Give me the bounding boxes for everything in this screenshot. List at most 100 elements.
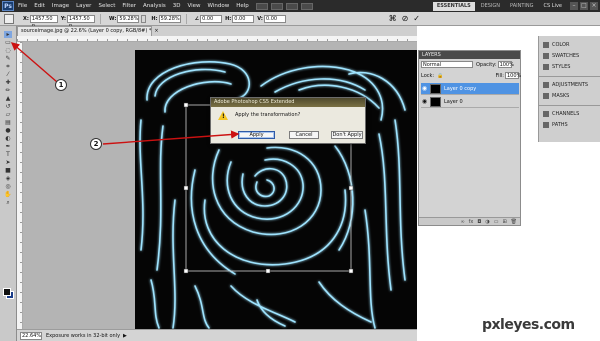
type-tool-icon[interactable]: T	[4, 151, 12, 158]
minimize-icon[interactable]: –	[570, 2, 578, 10]
dont-apply-button[interactable]: Don't Apply	[331, 131, 363, 139]
swatches-panel-button[interactable]: SWATCHES	[539, 50, 600, 61]
y-position-field[interactable]: 1457.50 p	[67, 14, 96, 29]
transform-handle[interactable]	[183, 268, 189, 274]
layer-style-icon[interactable]: fx	[469, 219, 474, 225]
layers-blend-row: Normal Opacity: 100%	[421, 61, 519, 68]
fill-field[interactable]: 100%	[505, 72, 521, 79]
dodge-tool-icon[interactable]: ◐	[4, 135, 12, 142]
h-skew-label: H:	[225, 15, 232, 22]
blend-mode-select[interactable]: Normal	[421, 61, 473, 68]
workspace-painting[interactable]: PAINTING	[506, 3, 537, 9]
eyedropper-tool-icon[interactable]: ⁄	[4, 71, 12, 78]
menu-analysis[interactable]: Analysis	[143, 3, 166, 9]
clone-stamp-tool-icon[interactable]: ▲	[4, 95, 12, 102]
quick-select-tool-icon[interactable]: ✎	[4, 55, 12, 62]
warning-mark: !	[222, 113, 225, 120]
transform-bounding-box[interactable]	[23, 42, 417, 329]
color-panel-button[interactable]: COLOR	[539, 39, 600, 50]
transform-handle[interactable]	[348, 185, 354, 191]
zoom-level-field[interactable]: 22.64%	[20, 331, 42, 340]
transform-handle[interactable]	[265, 268, 271, 274]
styles-panel-button[interactable]: STYLES	[539, 61, 600, 72]
menu-select[interactable]: Select	[98, 3, 115, 9]
close-icon[interactable]: ×	[590, 2, 598, 10]
document-tab[interactable]: sourceimage.jpg @ 22.6% (Layer 0 copy, R…	[17, 26, 159, 36]
layer-row[interactable]: ◉ Layer 0 copy	[421, 83, 519, 95]
hand-tool-icon[interactable]: ✋	[4, 191, 12, 198]
menu-edit[interactable]: Edit	[34, 3, 45, 9]
maximize-icon[interactable]: □	[580, 2, 588, 10]
blur-tool-icon[interactable]: ●	[4, 127, 12, 134]
workspace-design[interactable]: DESIGN	[477, 3, 504, 9]
link-icon[interactable]	[141, 14, 147, 23]
menu-window[interactable]: Window	[208, 3, 230, 9]
foreground-color-swatch[interactable]	[3, 288, 11, 296]
status-menu-arrow-icon[interactable]: ▶	[123, 333, 127, 339]
pen-tool-icon[interactable]: ✒	[4, 143, 12, 150]
layers-panel-title[interactable]: LAYERS	[419, 51, 520, 59]
3d-rotate-tool-icon[interactable]: ◈	[4, 175, 12, 182]
zoom-tool-icon[interactable]: ⌕	[4, 199, 12, 206]
h-skew-field[interactable]: 0.00	[232, 14, 255, 23]
transform-handle[interactable]	[183, 185, 189, 191]
width-percent-field[interactable]: 59.28%	[117, 14, 140, 23]
dialog-title: Adobe Photoshop CS5 Extended	[211, 98, 365, 107]
shape-tool-icon[interactable]: ■	[4, 167, 12, 174]
new-group-icon[interactable]: ▭	[494, 219, 499, 225]
path-selection-tool-icon[interactable]: ➤	[4, 159, 12, 166]
close-tab-icon[interactable]: ×	[154, 28, 158, 34]
marquee-tool-icon[interactable]: ▭	[4, 39, 12, 46]
bridge-icon[interactable]	[255, 2, 268, 10]
channels-panel-button[interactable]: CHANNELS	[539, 108, 600, 119]
menu-view[interactable]: View	[187, 3, 200, 9]
visibility-eye-icon[interactable]: ◉	[421, 85, 428, 92]
layers-lock-row: Lock: 🔒 Fill: 100%	[421, 72, 521, 79]
cancel-button[interactable]: Cancel	[289, 131, 319, 139]
lock-icon[interactable]: 🔒	[437, 73, 443, 79]
warp-icon[interactable]: ⌘	[389, 14, 397, 23]
gradient-tool-icon[interactable]: ▤	[4, 119, 12, 126]
apply-button[interactable]: Apply	[238, 131, 275, 139]
v-skew-field[interactable]: 0.00	[263, 14, 286, 23]
visibility-eye-icon[interactable]: ◉	[421, 98, 428, 105]
cancel-transform-icon[interactable]: ⊘	[402, 14, 409, 23]
healing-brush-tool-icon[interactable]: ✚	[4, 79, 12, 86]
x-position-field[interactable]: 1457.50 p	[29, 14, 58, 29]
delete-layer-icon[interactable]: 🗑	[511, 219, 517, 225]
height-percent-field[interactable]: 59.28%	[158, 14, 181, 23]
layer-row[interactable]: ◉ Layer 0	[421, 96, 519, 108]
adjustment-layer-icon[interactable]: ◑	[485, 219, 489, 225]
3d-orbit-tool-icon[interactable]: ◎	[4, 183, 12, 190]
mini-bridge-icon[interactable]	[270, 2, 283, 10]
add-mask-icon[interactable]: ◘	[477, 219, 481, 225]
crop-tool-icon[interactable]: ⌗	[4, 63, 12, 70]
menu-help[interactable]: Help	[236, 3, 249, 9]
opacity-field[interactable]: 100%	[497, 61, 514, 68]
menu-layer[interactable]: Layer	[76, 3, 91, 9]
paths-panel-button[interactable]: PATHS	[539, 119, 600, 130]
workspace-essentials[interactable]: ESSENTIALS	[432, 1, 475, 11]
menu-file[interactable]: File	[18, 3, 27, 9]
transform-handle[interactable]	[183, 102, 189, 108]
new-layer-icon[interactable]: ⊞	[502, 219, 506, 225]
angle-field[interactable]: 0.00	[200, 14, 223, 23]
transform-handle[interactable]	[348, 268, 354, 274]
commit-transform-icon[interactable]: ✓	[413, 14, 420, 23]
history-brush-tool-icon[interactable]: ↺	[4, 103, 12, 110]
arrange-documents-icon[interactable]	[300, 2, 313, 10]
move-tool-icon[interactable]: ▸	[4, 31, 12, 38]
brush-tool-icon[interactable]: ✏	[4, 87, 12, 94]
options-bar: X: 1457.50 p Y: 1457.50 p W: 59.28% H: 5…	[0, 12, 600, 29]
reference-point-icon[interactable]	[4, 13, 14, 24]
menu-image[interactable]: Image	[52, 3, 69, 9]
adjustments-panel-button[interactable]: ADJUSTMENTS	[539, 79, 600, 90]
menu-filter[interactable]: Filter	[122, 3, 136, 9]
masks-panel-button[interactable]: MASKS	[539, 90, 600, 101]
eraser-tool-icon[interactable]: ▱	[4, 111, 12, 118]
menu-3d[interactable]: 3D	[173, 3, 181, 9]
zoom-level-icon[interactable]	[285, 2, 298, 10]
cs-live-menu[interactable]: CS Live	[544, 3, 562, 9]
lasso-tool-icon[interactable]: ◌	[4, 47, 12, 54]
link-layers-icon[interactable]: ∞	[460, 219, 464, 225]
